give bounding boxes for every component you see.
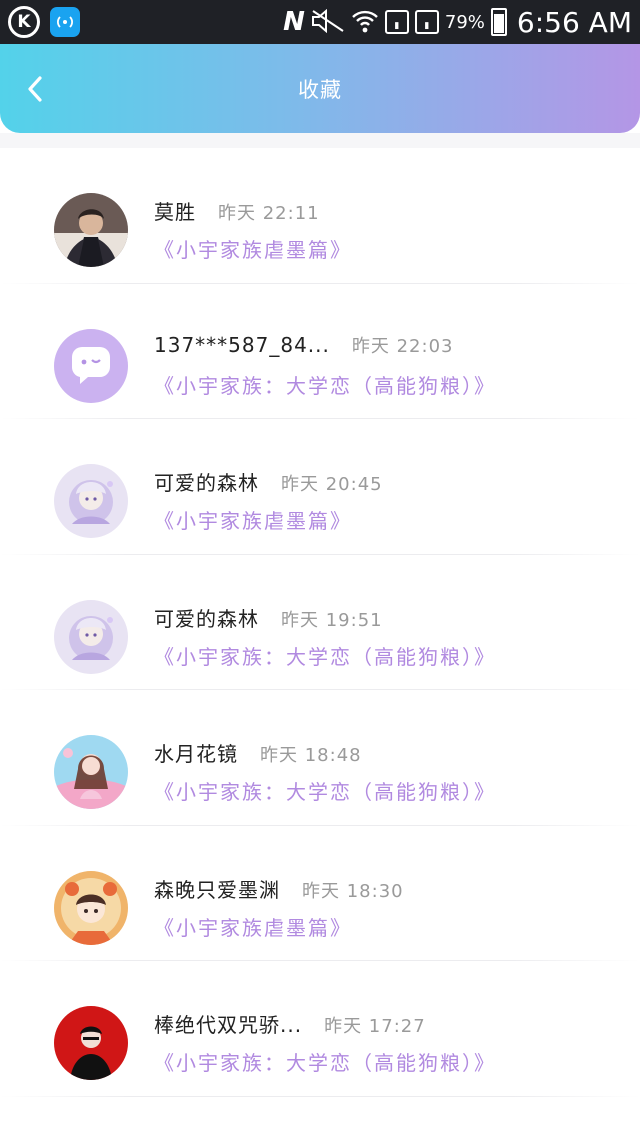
user-name[interactable]: 棒绝代双咒骄... xyxy=(154,1009,302,1038)
book-title-link[interactable]: 《小宇家族：大学恋（高能狗粮）》 xyxy=(154,776,496,805)
back-button[interactable] xyxy=(20,72,50,106)
status-bar: K N ▮ ▮ 79% 6:56 AM xyxy=(0,0,640,44)
name-line: 棒绝代双咒骄... 昨天 17:27 xyxy=(154,1009,426,1038)
sim2-signal-icon: ▮ xyxy=(414,10,439,34)
favorite-item[interactable]: 可爱的森林 昨天 19:51 《小宇家族：大学恋（高能狗粮）》 xyxy=(0,555,640,690)
sim1-signal-icon: ▮ xyxy=(384,10,409,34)
user-name[interactable]: 莫胜 xyxy=(154,196,196,225)
user-name[interactable]: 137***587_84... xyxy=(154,333,330,357)
nfc-icon: N xyxy=(283,7,305,37)
avatar-red-figure[interactable] xyxy=(54,1006,128,1080)
favorite-item[interactable]: 森晚只爱墨渊 昨天 18:30 《小宇家族虐墨篇》 xyxy=(0,826,640,961)
avatar-default-chat[interactable] xyxy=(54,328,128,403)
book-title-link[interactable]: 《小宇家族虐墨篇》 xyxy=(154,912,352,941)
name-line: 水月花镜 昨天 18:48 xyxy=(154,738,362,767)
page-title: 收藏 xyxy=(298,77,342,102)
network-app-icon xyxy=(50,7,80,37)
header-bar: 收藏 xyxy=(0,44,640,133)
timestamp: 昨天 17:27 xyxy=(324,1016,426,1037)
avatar-anime-girl-pink[interactable] xyxy=(54,735,128,809)
name-line: 137***587_84... 昨天 22:03 xyxy=(154,332,453,358)
k-app-icon: K xyxy=(8,6,40,38)
battery-icon xyxy=(490,8,507,36)
favorite-item[interactable]: 可爱的森林 昨天 20:45 《小宇家族虐墨篇》 xyxy=(0,419,640,555)
timestamp: 昨天 22:11 xyxy=(218,203,320,224)
name-line: 森晚只爱墨渊 昨天 18:30 xyxy=(154,874,404,903)
name-line: 莫胜 昨天 22:11 xyxy=(154,196,320,225)
avatar-anime-girl-purple[interactable] xyxy=(54,464,128,538)
name-line: 可爱的森林 昨天 19:51 xyxy=(154,603,383,632)
chevron-left-icon xyxy=(28,76,42,102)
timestamp: 昨天 18:48 xyxy=(260,745,362,766)
favorite-item[interactable]: 水月花镜 昨天 18:48 《小宇家族：大学恋（高能狗粮）》 xyxy=(0,690,640,826)
divider xyxy=(0,1095,640,1097)
timestamp: 昨天 22:03 xyxy=(351,335,454,357)
book-title-link[interactable]: 《小宇家族：大学恋（高能狗粮）》 xyxy=(154,1047,496,1076)
battery-percent: 79% xyxy=(444,11,485,33)
favorite-item[interactable]: 莫胜 昨天 22:11 《小宇家族虐墨篇》 xyxy=(0,148,640,284)
avatar-chibi-orange[interactable] xyxy=(54,870,128,945)
wifi-icon xyxy=(351,8,379,37)
book-title-link[interactable]: 《小宇家族：大学恋（高能狗粮）》 xyxy=(154,370,496,399)
book-title-link[interactable]: 《小宇家族虐墨篇》 xyxy=(154,234,352,263)
avatar-anime-girl-purple[interactable] xyxy=(54,599,128,674)
book-title-link[interactable]: 《小宇家族虐墨篇》 xyxy=(154,505,352,534)
header-gap xyxy=(0,133,640,148)
book-title-link[interactable]: 《小宇家族：大学恋（高能狗粮）》 xyxy=(154,641,496,670)
user-name[interactable]: 可爱的森林 xyxy=(154,603,259,632)
favorite-item[interactable]: 137***587_84... 昨天 22:03 《小宇家族：大学恋（高能狗粮）》 xyxy=(0,284,640,419)
user-name[interactable]: 森晚只爱墨渊 xyxy=(154,874,280,903)
favorites-list: 莫胜 昨天 22:11 《小宇家族虐墨篇》 137***587_84... 昨天 22:… xyxy=(0,148,640,1097)
clock: 6:56 AM xyxy=(516,5,632,39)
favorite-item[interactable]: 棒绝代双咒骄... 昨天 17:27 《小宇家族：大学恋（高能狗粮）》 xyxy=(0,961,640,1097)
timestamp: 昨天 18:30 xyxy=(302,880,404,902)
avatar-anime-man[interactable] xyxy=(54,193,128,267)
user-name[interactable]: 水月花镜 xyxy=(154,738,238,767)
name-line: 可爱的森林 昨天 20:45 xyxy=(154,467,383,496)
mute-icon xyxy=(311,8,345,36)
timestamp: 昨天 20:45 xyxy=(281,474,383,495)
timestamp: 昨天 19:51 xyxy=(281,609,383,631)
user-name[interactable]: 可爱的森林 xyxy=(154,467,259,496)
